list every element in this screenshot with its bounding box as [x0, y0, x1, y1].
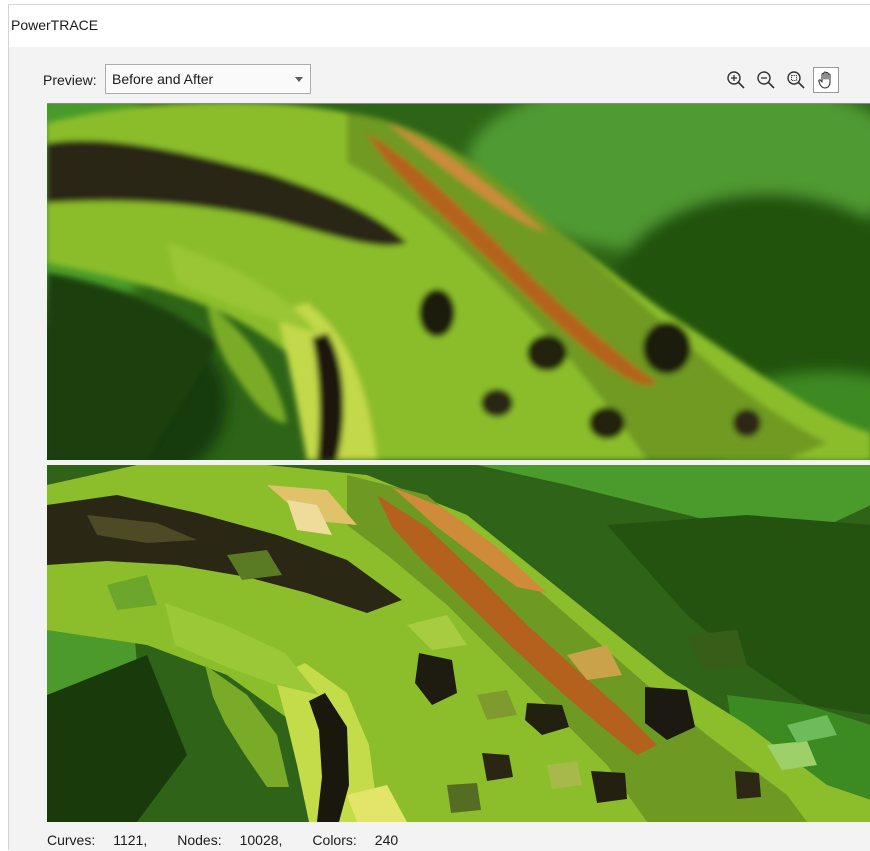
preview-mode-value: Before and After: [112, 71, 214, 87]
zoom-out-icon: [757, 71, 775, 89]
curves-label: Curves:: [47, 832, 96, 848]
preview-mode-dropdown[interactable]: Before and After: [105, 64, 311, 94]
preview-label: Preview:: [43, 72, 97, 88]
zoom-in-button[interactable]: [723, 67, 749, 93]
colors-value: 240: [374, 832, 399, 848]
frog-traced-image: [47, 465, 870, 822]
zoom-in-icon: [727, 71, 745, 89]
curves-value: 1121,: [113, 832, 148, 848]
pan-button[interactable]: [813, 67, 839, 93]
window-title: PowerTRACE: [11, 17, 99, 33]
chevron-down-icon: [295, 77, 303, 82]
colors-label: Colors:: [312, 832, 357, 848]
dialog-content: Preview: Before and After Curves: 1121, …: [9, 47, 870, 851]
powertrace-window: PowerTRACE Preview: Before and After Cur…: [8, 4, 870, 851]
preview-after-pane[interactable]: [47, 465, 870, 822]
zoom-fit-icon: [787, 71, 805, 89]
pan-hand-icon: [818, 71, 831, 89]
zoom-fit-button[interactable]: [783, 67, 809, 93]
trace-stats: Curves: 1121, Nodes: 10028, Colors: 240: [47, 832, 398, 848]
frog-original-image: [47, 103, 870, 460]
preview-before-pane[interactable]: [47, 103, 870, 460]
nodes-label: Nodes:: [177, 832, 222, 848]
zoom-out-button[interactable]: [753, 67, 779, 93]
nodes-value: 10028,: [239, 832, 283, 848]
